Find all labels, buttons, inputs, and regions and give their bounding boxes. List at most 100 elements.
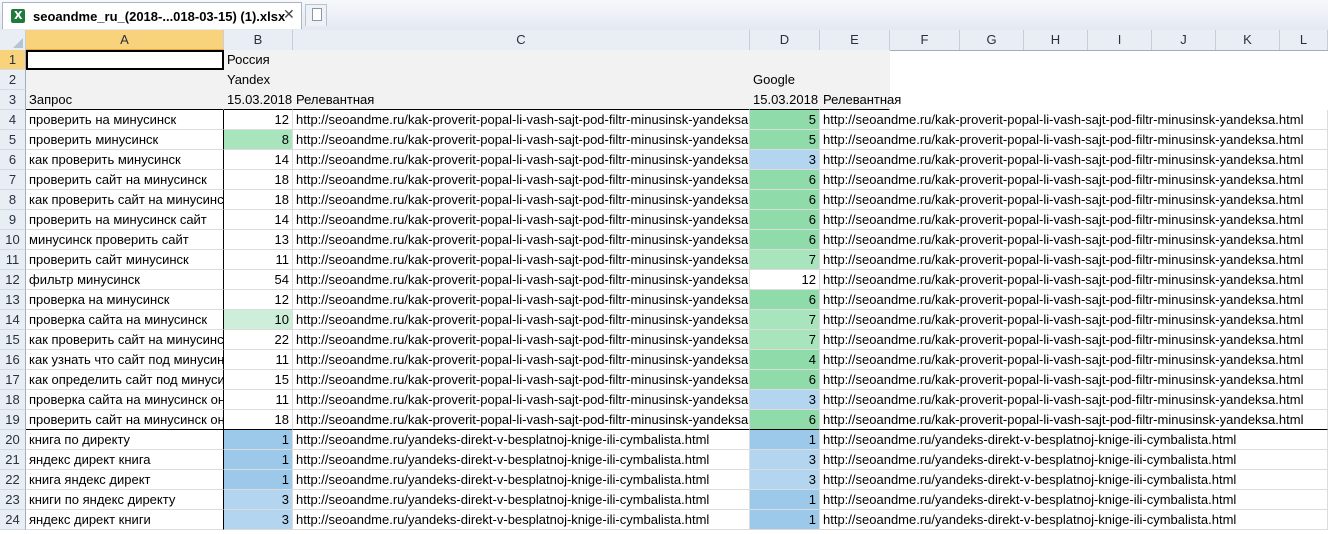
row-header[interactable]: 10 xyxy=(0,230,26,250)
yandex-url-cell[interactable]: http://seoandme.ru/kak-proverit-popal-li… xyxy=(293,190,750,210)
google-position-cell[interactable]: 12 xyxy=(750,270,820,290)
yandex-url-cell[interactable]: http://seoandme.ru/kak-proverit-popal-li… xyxy=(293,150,750,170)
select-all-button[interactable] xyxy=(0,30,26,50)
google-url-cell[interactable]: http://seoandme.ru/kak-proverit-popal-li… xyxy=(820,410,1328,430)
yandex-position-cell[interactable]: 1 xyxy=(224,470,293,490)
google-url-cell[interactable]: http://seoandme.ru/kak-proverit-popal-li… xyxy=(820,370,1328,390)
yandex-url-cell[interactable]: http://seoandme.ru/kak-proverit-popal-li… xyxy=(293,110,750,130)
query-cell[interactable]: проверка на минусинск xyxy=(26,290,224,310)
google-url-cell[interactable]: http://seoandme.ru/yandeks-direkt-v-besp… xyxy=(820,430,1328,450)
workbook-tab[interactable]: seoandme_ru_(2018-...018-03-15) (1).xlsx… xyxy=(2,2,302,29)
yandex-url-cell[interactable]: http://seoandme.ru/kak-proverit-popal-li… xyxy=(293,230,750,250)
query-cell[interactable]: фильтр минусинск xyxy=(26,270,224,290)
yandex-url-cell[interactable]: http://seoandme.ru/kak-proverit-popal-li… xyxy=(293,170,750,190)
yandex-url-cell[interactable]: http://seoandme.ru/kak-proverit-popal-li… xyxy=(293,370,750,390)
yandex-position-cell[interactable]: 11 xyxy=(224,250,293,270)
google-url-cell[interactable]: http://seoandme.ru/kak-proverit-popal-li… xyxy=(820,250,1328,270)
yandex-position-cell[interactable]: 11 xyxy=(224,350,293,370)
query-cell[interactable]: как проверить сайт на минусинск xyxy=(26,190,224,210)
query-cell[interactable]: как узнать что сайт под минусинском xyxy=(26,350,224,370)
yandex-url-cell[interactable]: http://seoandme.ru/kak-proverit-popal-li… xyxy=(293,330,750,350)
google-position-cell[interactable]: 4 xyxy=(750,350,820,370)
region-cell[interactable]: Россия xyxy=(224,50,890,70)
google-position-cell[interactable]: 5 xyxy=(750,130,820,150)
google-url-cell[interactable]: http://seoandme.ru/yandeks-direkt-v-besp… xyxy=(820,510,1328,530)
google-url-cell[interactable]: http://seoandme.ru/kak-proverit-popal-li… xyxy=(820,210,1328,230)
google-url-cell[interactable]: http://seoandme.ru/kak-proverit-popal-li… xyxy=(820,310,1328,330)
yandex-position-cell[interactable]: 15 xyxy=(224,370,293,390)
yandex-date-cell[interactable]: 15.03.2018 xyxy=(224,90,293,110)
google-url-cell[interactable]: http://seoandme.ru/kak-proverit-popal-li… xyxy=(820,130,1328,150)
query-cell[interactable]: как проверить минусинск xyxy=(26,150,224,170)
yandex-position-cell[interactable]: 1 xyxy=(224,430,293,450)
yandex-position-cell[interactable]: 10 xyxy=(224,310,293,330)
google-url-cell[interactable]: http://seoandme.ru/kak-proverit-popal-li… xyxy=(820,170,1328,190)
google-position-cell[interactable]: 3 xyxy=(750,150,820,170)
yandex-url-cell[interactable]: http://seoandme.ru/kak-proverit-popal-li… xyxy=(293,350,750,370)
yandex-url-cell[interactable]: http://seoandme.ru/kak-proverit-popal-li… xyxy=(293,270,750,290)
yandex-url-cell[interactable]: http://seoandme.ru/yandeks-direkt-v-besp… xyxy=(293,490,750,510)
google-url-cell[interactable]: http://seoandme.ru/kak-proverit-popal-li… xyxy=(820,290,1328,310)
cell-a1-selected[interactable] xyxy=(26,50,224,70)
google-label-cell[interactable]: Google xyxy=(750,70,890,90)
google-position-cell[interactable]: 7 xyxy=(750,250,820,270)
google-position-cell[interactable]: 1 xyxy=(750,430,820,450)
query-cell[interactable]: минусинск проверить сайт xyxy=(26,230,224,250)
yandex-url-cell[interactable]: http://seoandme.ru/yandeks-direkt-v-besp… xyxy=(293,450,750,470)
yandex-url-cell[interactable]: http://seoandme.ru/kak-proverit-popal-li… xyxy=(293,210,750,230)
row-header[interactable]: 14 xyxy=(0,310,26,330)
query-cell[interactable]: как проверить сайт на минусинск xyxy=(26,330,224,350)
yandex-url-cell[interactable]: http://seoandme.ru/kak-proverit-popal-li… xyxy=(293,250,750,270)
yandex-position-cell[interactable]: 14 xyxy=(224,210,293,230)
google-url-cell[interactable]: http://seoandme.ru/kak-proverit-popal-li… xyxy=(820,270,1328,290)
google-url-cell[interactable]: http://seoandme.ru/kak-proverit-popal-li… xyxy=(820,150,1328,170)
google-position-cell[interactable]: 6 xyxy=(750,230,820,250)
row-header[interactable]: 7 xyxy=(0,170,26,190)
column-header-i[interactable]: I xyxy=(1088,30,1152,50)
query-cell[interactable]: проверка сайта на минусинск онлайн xyxy=(26,390,224,410)
column-header-g[interactable]: G xyxy=(960,30,1024,50)
query-cell[interactable]: проверка сайта на минусинск xyxy=(26,310,224,330)
row-header[interactable]: 6 xyxy=(0,150,26,170)
google-position-cell[interactable]: 6 xyxy=(750,370,820,390)
new-tab-button[interactable] xyxy=(305,4,327,26)
query-cell[interactable]: проверить сайт на минусинск онлайн xyxy=(26,410,224,430)
yandex-url-cell[interactable]: http://seoandme.ru/kak-proverit-popal-li… xyxy=(293,130,750,150)
row-header[interactable]: 21 xyxy=(0,450,26,470)
yandex-position-cell[interactable]: 22 xyxy=(224,330,293,350)
query-cell[interactable]: книга яндекс директ xyxy=(26,470,224,490)
yandex-position-cell[interactable]: 14 xyxy=(224,150,293,170)
yandex-position-cell[interactable]: 13 xyxy=(224,230,293,250)
google-relevant-header[interactable]: Релевантная xyxy=(820,90,901,110)
google-position-cell[interactable]: 1 xyxy=(750,490,820,510)
google-position-cell[interactable]: 3 xyxy=(750,390,820,410)
yandex-position-cell[interactable]: 18 xyxy=(224,170,293,190)
google-url-cell[interactable]: http://seoandme.ru/yandeks-direkt-v-besp… xyxy=(820,450,1328,470)
yandex-position-cell[interactable]: 1 xyxy=(224,450,293,470)
row-header[interactable]: 23 xyxy=(0,490,26,510)
yandex-url-cell[interactable]: http://seoandme.ru/kak-proverit-popal-li… xyxy=(293,390,750,410)
google-url-cell[interactable]: http://seoandme.ru/kak-proverit-popal-li… xyxy=(820,190,1328,210)
row-header[interactable]: 15 xyxy=(0,330,26,350)
column-header-h[interactable]: H xyxy=(1024,30,1088,50)
row-header[interactable]: 5 xyxy=(0,130,26,150)
row-header[interactable]: 20 xyxy=(0,430,26,450)
cell[interactable] xyxy=(26,70,224,90)
yandex-url-cell[interactable]: http://seoandme.ru/kak-proverit-popal-li… xyxy=(293,290,750,310)
query-cell[interactable]: проверить минусинск xyxy=(26,130,224,150)
yandex-position-cell[interactable]: 11 xyxy=(224,390,293,410)
query-header-cell[interactable]: Запрос xyxy=(26,90,224,110)
google-position-cell[interactable]: 1 xyxy=(750,510,820,530)
close-icon[interactable]: ✕ xyxy=(283,7,295,23)
google-url-cell[interactable]: http://seoandme.ru/kak-proverit-popal-li… xyxy=(820,330,1328,350)
google-url-cell[interactable]: http://seoandme.ru/kak-proverit-popal-li… xyxy=(820,230,1328,250)
column-header-d[interactable]: D xyxy=(750,30,820,50)
google-position-cell[interactable]: 7 xyxy=(750,310,820,330)
row-header[interactable]: 4 xyxy=(0,110,26,130)
row-header[interactable]: 8 xyxy=(0,190,26,210)
column-header-j[interactable]: J xyxy=(1152,30,1216,50)
yandex-position-cell[interactable]: 12 xyxy=(224,110,293,130)
query-cell[interactable]: проверить на минусинск xyxy=(26,110,224,130)
google-position-cell[interactable]: 7 xyxy=(750,330,820,350)
row-header[interactable]: 16 xyxy=(0,350,26,370)
